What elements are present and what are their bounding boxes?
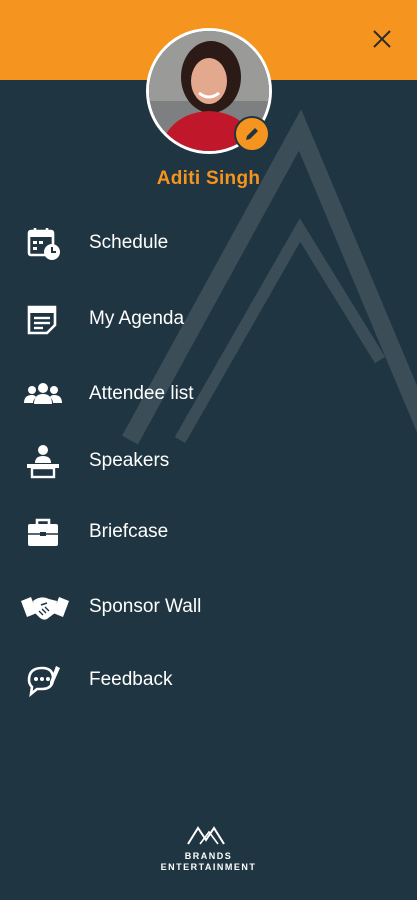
menu-item-label: My Agenda <box>89 308 185 329</box>
close-button[interactable] <box>369 26 395 52</box>
speaker-podium-icon <box>22 440 64 482</box>
avatar-container <box>146 28 272 154</box>
user-name: Aditi Singh <box>156 168 261 189</box>
menu-item-sponsor-wall[interactable]: Sponsor Wall <box>0 579 417 635</box>
pencil-icon <box>246 128 258 140</box>
menu-item-schedule[interactable]: Schedule <box>0 215 417 271</box>
menu-item-label: Schedule <box>89 232 169 253</box>
brand-line-1: BRANDS <box>184 851 233 861</box>
handshake-icon <box>18 586 72 628</box>
menu-item-label: Sponsor Wall <box>89 596 202 617</box>
briefcase-icon <box>22 511 64 553</box>
menu-item-speakers[interactable]: Speakers <box>0 433 417 489</box>
brand-logo: BRANDS ENTERTAINMENT <box>0 824 417 873</box>
notepad-icon <box>22 298 64 340</box>
brand-line-2: ENTERTAINMENT <box>160 862 257 872</box>
menu-item-label: Speakers <box>89 450 170 471</box>
menu-item-label: Attendee list <box>89 383 194 404</box>
brand-mountain-icon <box>186 826 225 845</box>
people-group-icon <box>22 373 64 415</box>
edit-profile-button[interactable] <box>234 116 270 152</box>
menu-item-feedback[interactable]: Feedback <box>0 652 417 708</box>
calendar-clock-icon <box>22 222 64 264</box>
menu-item-attendee-list[interactable]: Attendee list <box>0 366 417 422</box>
feedback-bubble-icon <box>22 659 64 701</box>
menu-item-label: Feedback <box>89 669 173 690</box>
menu-item-label: Briefcase <box>89 521 169 542</box>
menu-item-briefcase[interactable]: Briefcase <box>0 504 417 560</box>
side-menu-drawer: Aditi Singh Schedule My Agenda Attendee … <box>0 0 417 900</box>
close-icon <box>373 30 391 48</box>
menu-item-my-agenda[interactable]: My Agenda <box>0 291 417 347</box>
